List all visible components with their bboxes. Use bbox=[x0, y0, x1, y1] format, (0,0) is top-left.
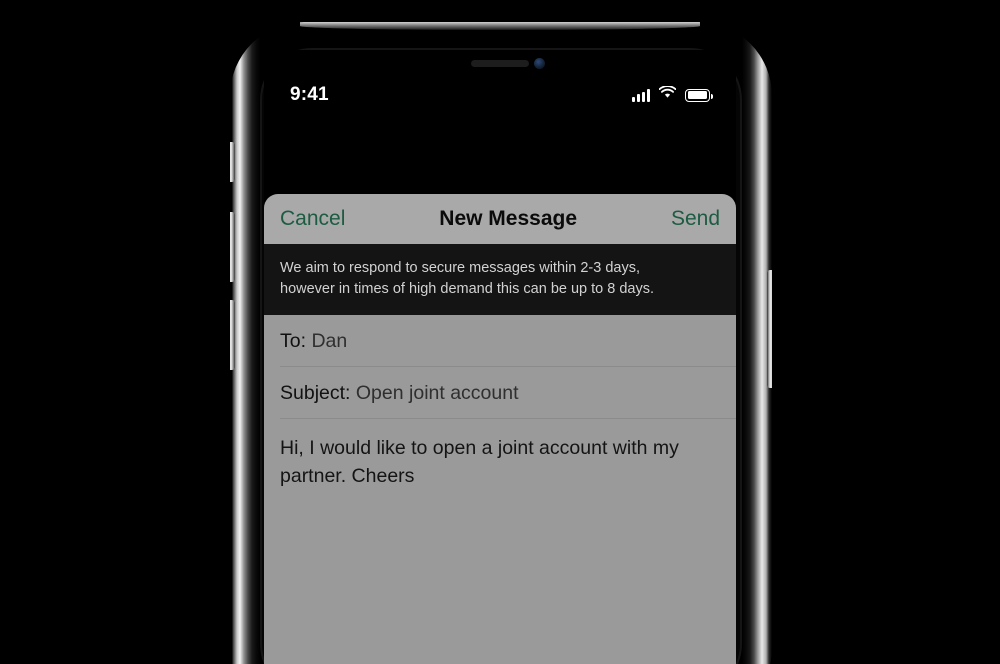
field-divider bbox=[280, 418, 736, 419]
power-button[interactable] bbox=[767, 270, 772, 388]
front-camera-icon bbox=[534, 58, 545, 69]
page-title: New Message bbox=[439, 207, 578, 230]
subject-field-label: Subject: bbox=[280, 382, 351, 404]
volume-up-button[interactable] bbox=[230, 212, 235, 282]
mute-switch-button[interactable] bbox=[230, 142, 235, 182]
to-field[interactable]: To: Dan bbox=[264, 315, 736, 367]
status-bar-time: 9:41 bbox=[290, 84, 329, 105]
frame-top-gloss bbox=[300, 22, 700, 30]
navigation-bar: Cancel New Message Send bbox=[264, 194, 736, 244]
subject-field-value: Open joint account bbox=[355, 382, 519, 404]
banner-line-1: We aim to respond to secure messages wit… bbox=[280, 260, 640, 276]
cellular-signal-icon bbox=[632, 88, 650, 102]
wifi-icon bbox=[658, 85, 677, 104]
battery-full-icon bbox=[685, 88, 713, 102]
send-button[interactable]: Send bbox=[671, 207, 720, 231]
cancel-button[interactable]: Cancel bbox=[280, 207, 345, 231]
phone-screen: 9:41 Cancel New Message Send We aim to r… bbox=[264, 50, 736, 664]
banner-line-2: however in times of high demand this can… bbox=[280, 281, 654, 297]
status-bar-indicators bbox=[632, 85, 713, 104]
to-field-value: Dan bbox=[311, 330, 348, 352]
subject-field[interactable]: Subject: Open joint account bbox=[264, 367, 736, 419]
status-bar: 9:41 bbox=[264, 78, 736, 112]
response-time-banner: We aim to respond to secure messages wit… bbox=[264, 244, 736, 315]
message-body-textarea[interactable]: Hi, I would like to open a joint account… bbox=[264, 419, 736, 490]
to-field-label: To: bbox=[280, 330, 307, 352]
compose-form: To: Dan Subject: Open joint account Hi, … bbox=[264, 315, 736, 664]
screenshot-stage: 9:41 Cancel New Message Send We aim to r… bbox=[0, 0, 1000, 664]
volume-down-button[interactable] bbox=[230, 300, 235, 370]
earpiece-speaker-icon bbox=[471, 60, 529, 67]
